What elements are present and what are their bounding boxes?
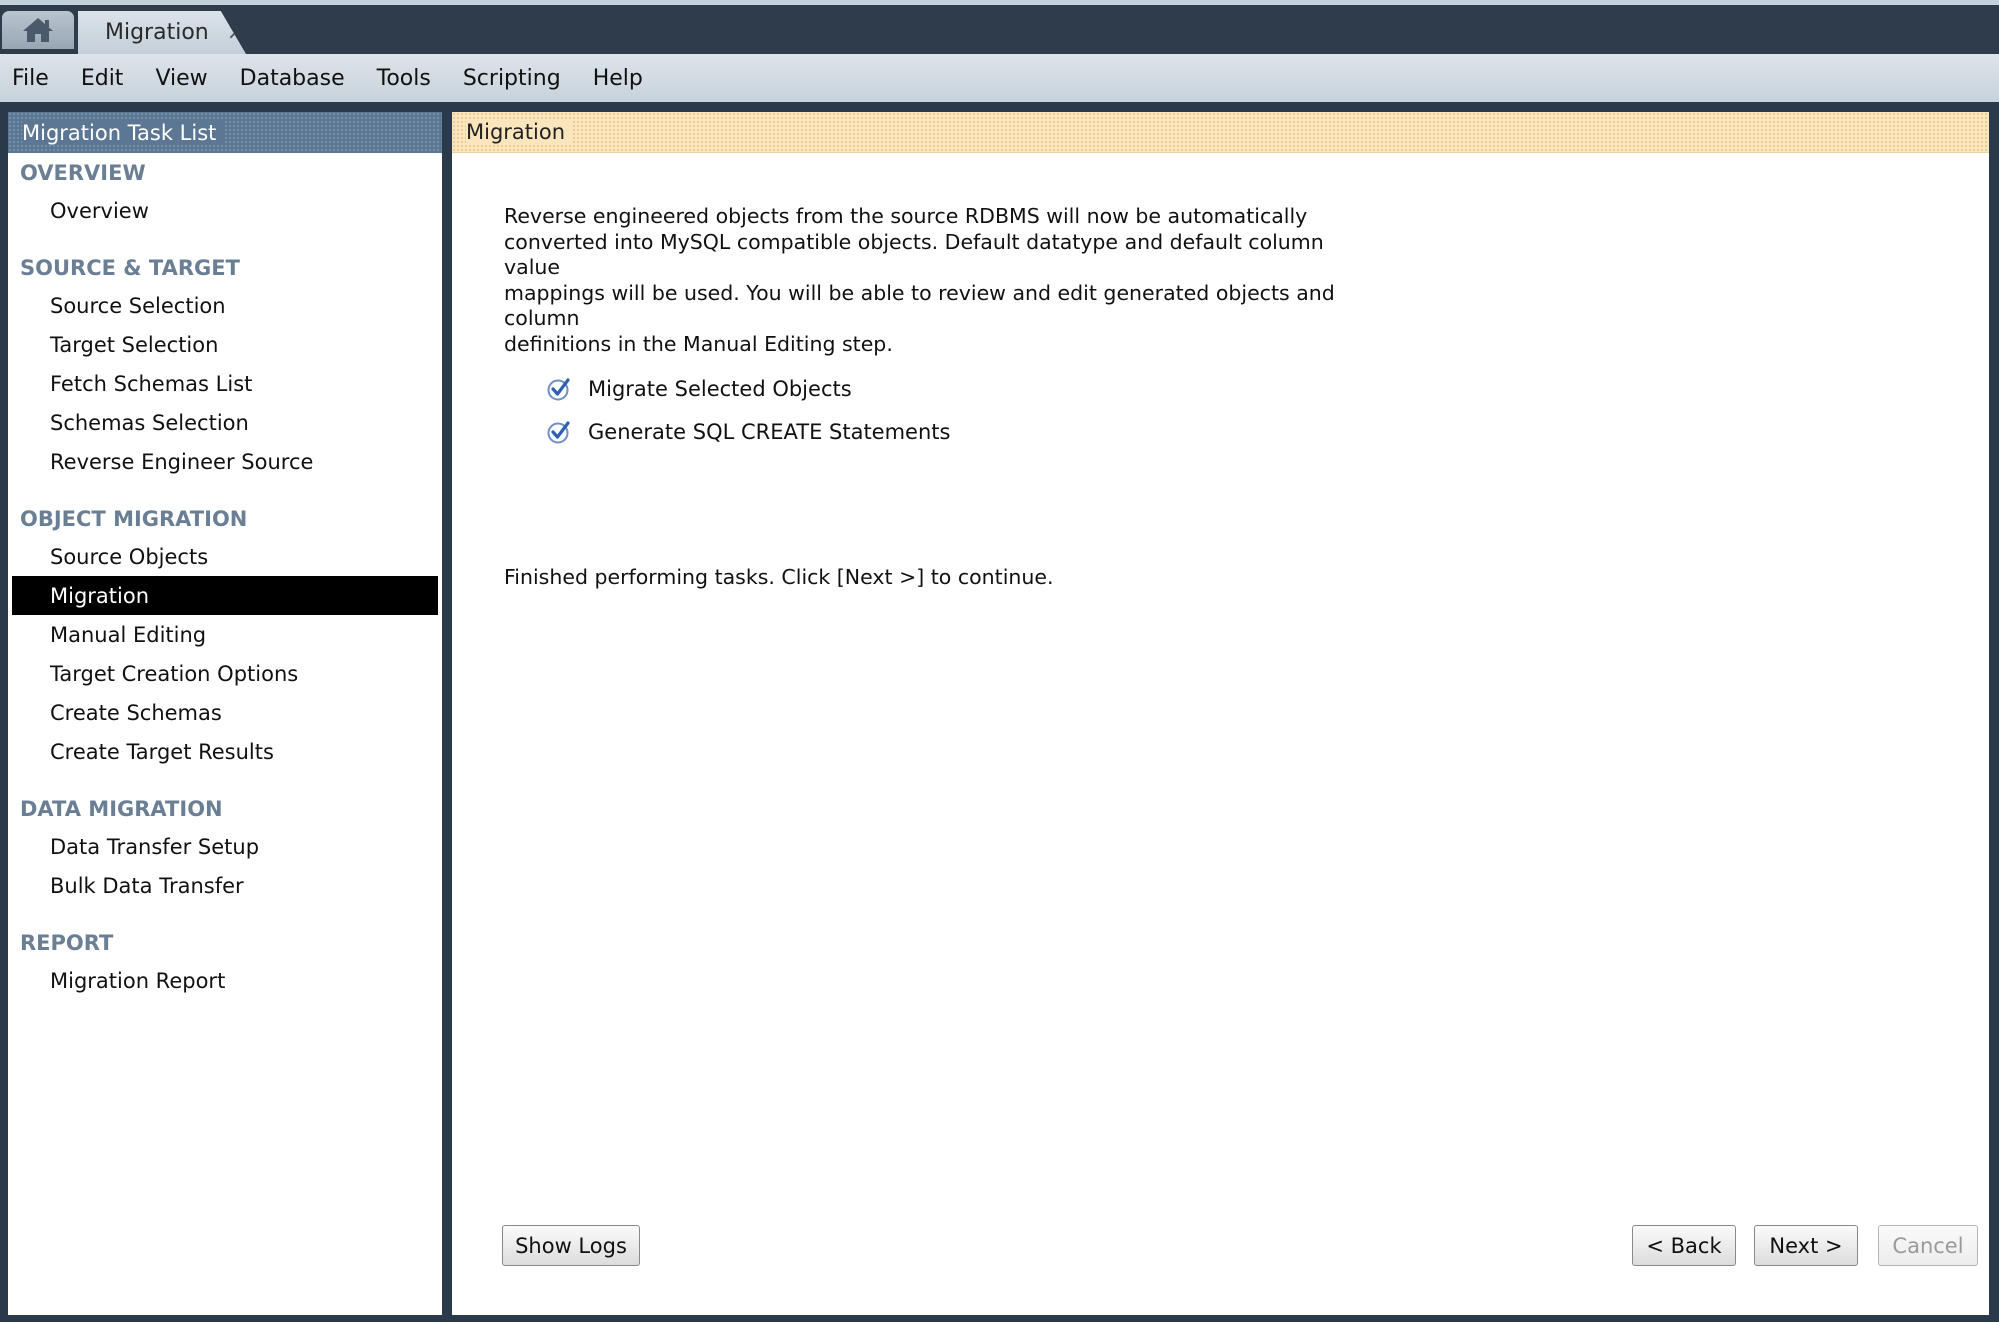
section-object-migration: OBJECT MIGRATION bbox=[20, 507, 248, 531]
task-create-target-results[interactable]: Create Target Results bbox=[12, 732, 438, 771]
tab-bar: Migration × bbox=[0, 5, 1999, 54]
close-icon[interactable]: × bbox=[227, 20, 245, 45]
task-target-selection[interactable]: Target Selection bbox=[12, 325, 438, 364]
home-tab[interactable] bbox=[2, 11, 74, 49]
sidebar-title: Migration Task List bbox=[22, 120, 225, 145]
task-list: OVERVIEW Overview SOURCE & TARGET Source… bbox=[8, 153, 442, 1000]
sidebar-header: Migration Task List bbox=[8, 112, 442, 153]
section-overview: OVERVIEW bbox=[20, 161, 146, 185]
task-source-selection[interactable]: Source Selection bbox=[12, 286, 438, 325]
task-label: Migrate Selected Objects bbox=[588, 377, 852, 401]
task-generate-sql-create: Generate SQL CREATE Statements bbox=[546, 417, 950, 447]
migration-panel: Migration Reverse engineered objects fro… bbox=[452, 112, 1989, 1315]
task-migrate-selected-objects: Migrate Selected Objects bbox=[546, 374, 852, 404]
section-report: REPORT bbox=[20, 931, 114, 955]
menu-file[interactable]: File bbox=[0, 66, 65, 91]
task-target-creation-options[interactable]: Target Creation Options bbox=[12, 654, 438, 693]
menu-help[interactable]: Help bbox=[577, 66, 659, 91]
menu-database[interactable]: Database bbox=[224, 66, 361, 91]
description-line: mappings will be used. You will be able … bbox=[504, 280, 1335, 331]
back-button[interactable]: < Back bbox=[1632, 1225, 1736, 1266]
checkmark-circle-icon bbox=[547, 421, 570, 444]
checkmark-circle-icon bbox=[547, 378, 570, 401]
task-schemas-selection[interactable]: Schemas Selection bbox=[12, 403, 438, 442]
tab-migration[interactable]: Migration × bbox=[78, 11, 246, 54]
task-overview[interactable]: Overview bbox=[12, 191, 438, 230]
panel-header: Migration bbox=[452, 112, 1989, 153]
tab-migration-label: Migration bbox=[105, 20, 209, 45]
task-data-transfer-setup[interactable]: Data Transfer Setup bbox=[12, 827, 438, 866]
menu-scripting[interactable]: Scripting bbox=[447, 66, 577, 91]
section-source-target: SOURCE & TARGET bbox=[20, 256, 240, 280]
show-logs-button[interactable]: Show Logs bbox=[502, 1225, 640, 1266]
menu-bar: File Edit View Database Tools Scripting … bbox=[0, 54, 1999, 102]
task-source-objects[interactable]: Source Objects bbox=[12, 537, 438, 576]
description: Reverse engineered objects from the sour… bbox=[504, 204, 1364, 357]
page-title: Migration bbox=[466, 120, 574, 144]
description-line: converted into MySQL compatible objects.… bbox=[504, 229, 1324, 280]
menu-view[interactable]: View bbox=[139, 66, 223, 91]
task-create-schemas[interactable]: Create Schemas bbox=[12, 693, 438, 732]
task-fetch-schemas-list[interactable]: Fetch Schemas List bbox=[12, 364, 438, 403]
cancel-button[interactable]: Cancel bbox=[1878, 1225, 1978, 1266]
task-manual-editing[interactable]: Manual Editing bbox=[12, 615, 438, 654]
menu-tools[interactable]: Tools bbox=[361, 66, 447, 91]
task-reverse-engineer-source[interactable]: Reverse Engineer Source bbox=[12, 442, 438, 481]
task-migration-report[interactable]: Migration Report bbox=[12, 961, 438, 1000]
description-line: Reverse engineered objects from the sour… bbox=[504, 204, 1308, 228]
task-migration[interactable]: Migration bbox=[12, 576, 438, 615]
migration-task-list: Migration Task List OVERVIEW Overview SO… bbox=[8, 112, 442, 1315]
description-line: definitions in the Manual Editing step. bbox=[504, 331, 893, 356]
task-bulk-data-transfer[interactable]: Bulk Data Transfer bbox=[12, 866, 438, 905]
task-label: Generate SQL CREATE Statements bbox=[588, 420, 951, 444]
menu-edit[interactable]: Edit bbox=[65, 66, 140, 91]
status-message: Finished performing tasks. Click [Next >… bbox=[504, 565, 1054, 589]
next-button[interactable]: Next > bbox=[1754, 1225, 1858, 1266]
home-icon bbox=[23, 18, 53, 42]
section-data-migration: DATA MIGRATION bbox=[20, 797, 223, 821]
